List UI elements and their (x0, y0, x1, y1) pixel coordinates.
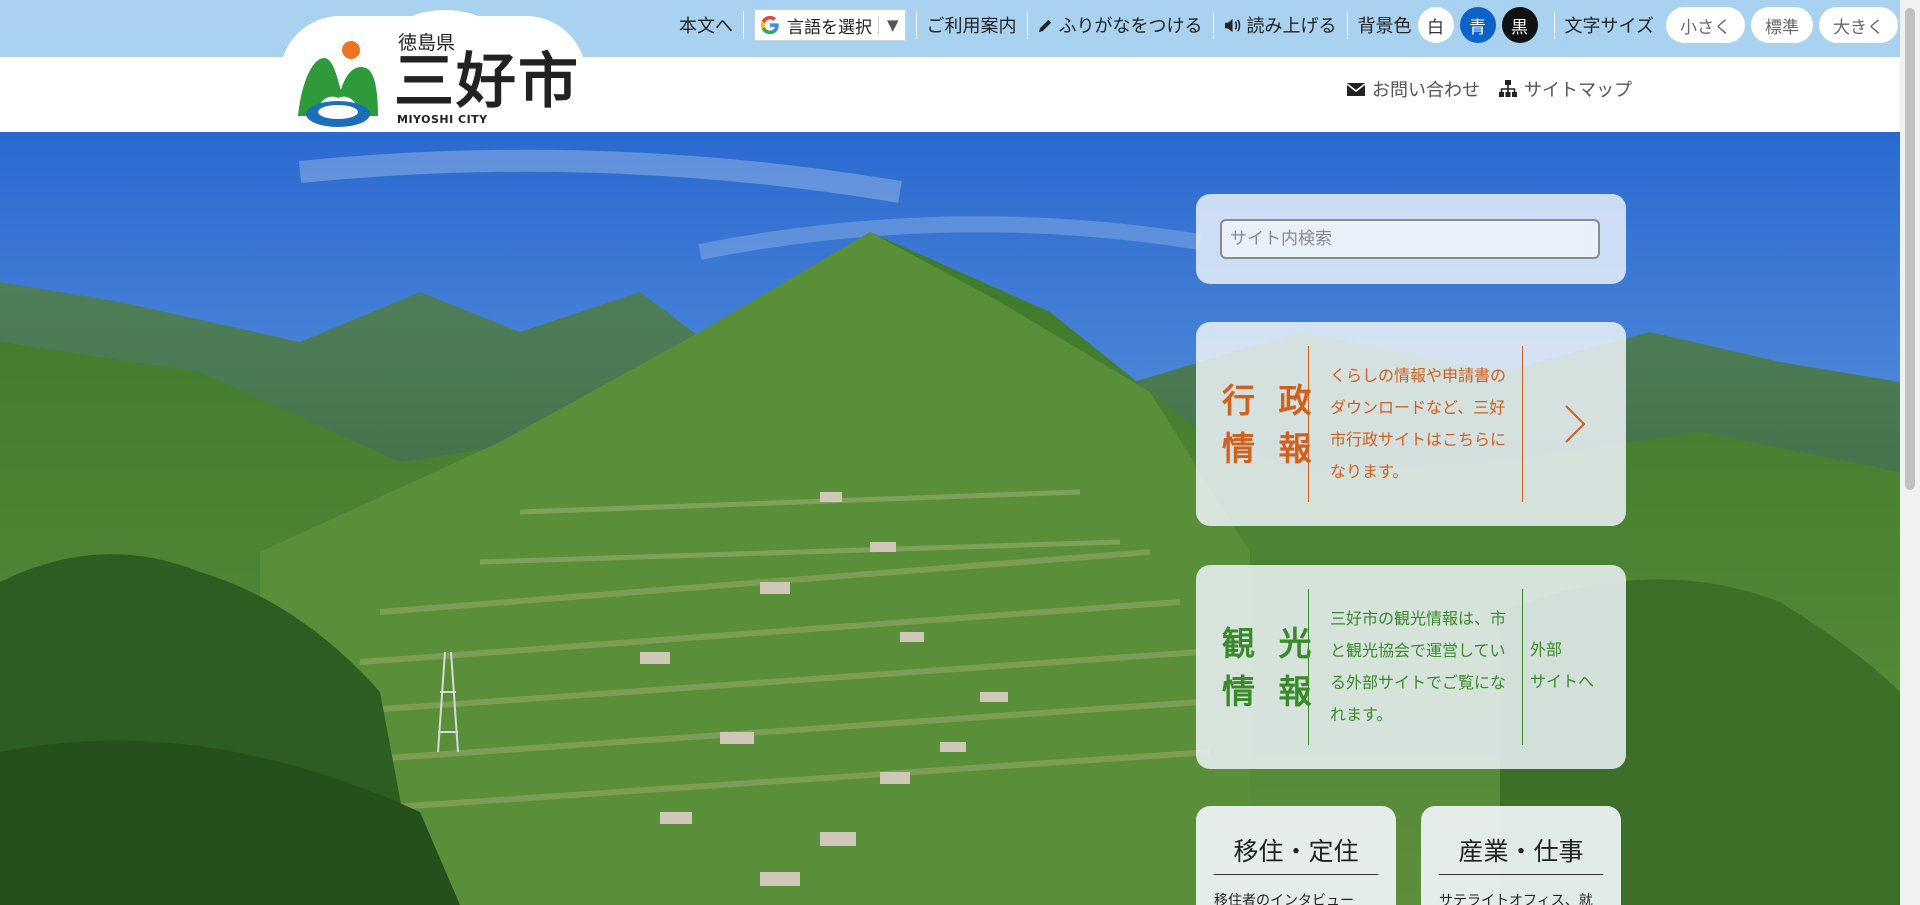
site-search-input[interactable] (1220, 219, 1600, 259)
admin-title-line1: 行 政 (1222, 381, 1318, 420)
external-label-line1: 外部 (1530, 640, 1563, 659)
admin-info-title: 行 政 情 報 (1222, 377, 1318, 473)
font-small-button[interactable]: 小さく (1666, 7, 1745, 43)
tourism-info-description: 三好市の観光情報は、市と観光協会で運営している外部サイトでご覧になれます。 (1330, 609, 1507, 724)
divider (1214, 874, 1378, 875)
contact-link[interactable]: お問い合わせ (1346, 76, 1480, 102)
pencil-icon (1038, 19, 1051, 32)
divider (742, 11, 744, 39)
google-icon (760, 15, 779, 35)
admin-title-line2: 情 報 (1222, 429, 1318, 468)
tourism-title-line2: 情 報 (1222, 672, 1318, 711)
external-label-line2: サイトへ (1530, 672, 1595, 691)
migration-card-subtitle: 移住者のインタビュー (1214, 893, 1354, 905)
dropdown-arrow-icon: ▼ (877, 16, 899, 34)
industry-jobs-card[interactable]: 産業・仕事 サテライトオフィス、就 (1421, 806, 1621, 905)
divider (1553, 11, 1555, 39)
industry-card-title: 産業・仕事 (1458, 837, 1584, 866)
skip-to-content-link[interactable]: 本文へ (679, 12, 733, 38)
bg-white-button[interactable]: 白 (1417, 7, 1454, 43)
contact-label: お問い合わせ (1372, 80, 1480, 101)
divider (1308, 346, 1309, 502)
bg-blue-button[interactable]: 青 (1459, 7, 1496, 43)
font-large-button[interactable]: 大きく (1819, 7, 1898, 43)
background-color-label: 背景色 (1357, 16, 1412, 37)
divider (1212, 11, 1214, 39)
migration-card[interactable]: 移住・定住 移住者のインタビュー (1196, 806, 1396, 905)
utility-nav: 本文へ 言語を選択 ▼ ご利用案内 ふりがなをつける 読み上げる 背景色 白 青… (679, 6, 1898, 44)
divider (1522, 346, 1523, 502)
envelope-icon (1346, 83, 1366, 96)
tourism-info-card[interactable]: 観 光 情 報 三好市の観光情報は、市と観光協会で運営している外部サイトでご覧に… (1196, 565, 1626, 769)
admin-info-description: くらしの情報や申請書のダウンロードなど、三好市行政サイトはこちらになります。 (1330, 366, 1507, 481)
sub-nav: お問い合わせ サイトマップ (1346, 76, 1632, 102)
divider (1439, 874, 1603, 875)
skip-to-content-label: 本文へ (678, 16, 733, 37)
bg-black-button[interactable]: 黒 (1501, 7, 1538, 43)
language-select[interactable]: 言語を選択 ▼ (753, 9, 906, 41)
sitemap-link[interactable]: サイトマップ (1498, 76, 1632, 102)
migration-card-title: 移住・定住 (1233, 837, 1359, 866)
external-site-label: 外部 サイトへ (1530, 634, 1594, 698)
logo-city-name: 三好市 (394, 47, 580, 117)
font-size-label: 文字サイズ (1564, 16, 1654, 37)
chevron-right-icon (1565, 405, 1586, 443)
divider (1522, 589, 1523, 745)
sitemap-label: サイトマップ (1524, 80, 1632, 101)
speaker-icon (1224, 18, 1240, 32)
language-select-label: 言語を選択 (786, 17, 872, 38)
read-aloud-label: 読み上げる (1246, 16, 1337, 37)
tourism-info-title: 観 光 情 報 (1222, 620, 1318, 716)
read-aloud-button[interactable]: 読み上げる (1224, 12, 1337, 38)
admin-info-card[interactable]: 行 政 情 報 くらしの情報や申請書のダウンロードなど、三好市行政サイトはこちら… (1196, 322, 1626, 526)
divider (1308, 589, 1309, 745)
logo-english-name: MIYOSHI CITY (397, 113, 488, 126)
divider (915, 11, 917, 39)
search-panel (1196, 194, 1626, 284)
scrollbar-thumb[interactable] (1905, 8, 1915, 490)
sitemap-icon (1499, 80, 1517, 97)
furigana-label: ふりがなをつける (1058, 16, 1203, 37)
site-guide-label: ご利用案内 (926, 16, 1017, 37)
furigana-button[interactable]: ふりがなをつける (1038, 12, 1203, 38)
industry-card-subtitle: サテライトオフィス、就 (1439, 893, 1593, 905)
site-guide-link[interactable]: ご利用案内 (927, 12, 1017, 38)
font-normal-button[interactable]: 標準 (1751, 7, 1813, 43)
divider (1026, 11, 1028, 39)
city-logo-icon (298, 41, 378, 127)
tourism-title-line1: 観 光 (1222, 624, 1318, 663)
divider (1346, 11, 1348, 39)
